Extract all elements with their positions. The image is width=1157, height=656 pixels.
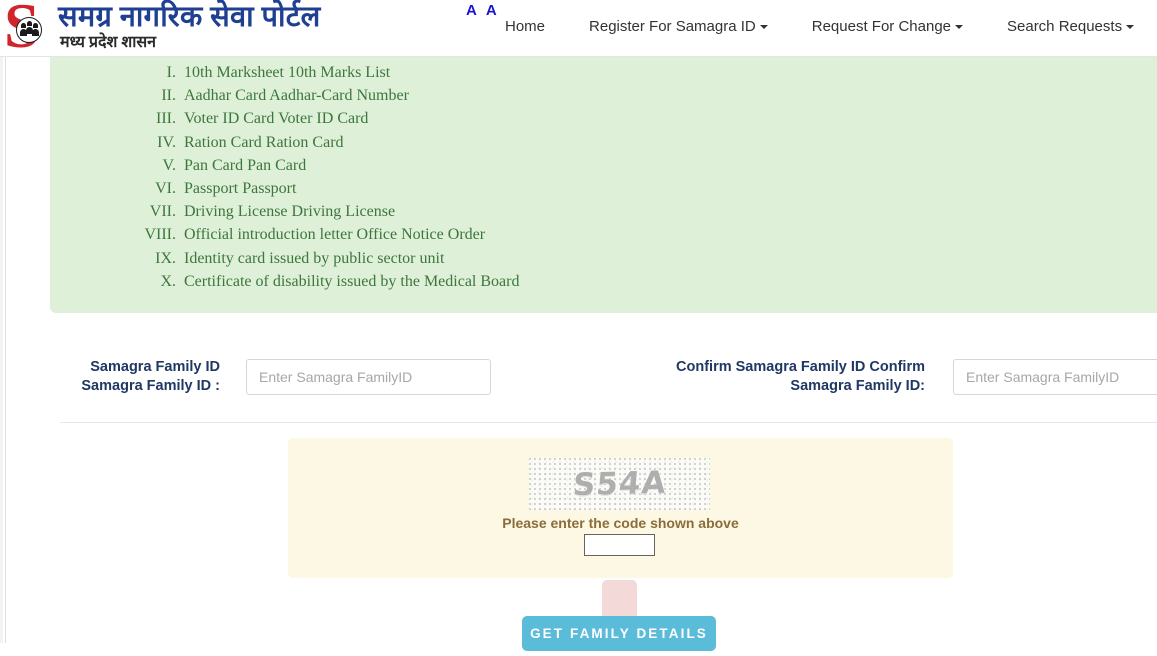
page-root: S समग्र नागरिक सेवा पोर्टल मध्य प्रदेश श… [0, 0, 1157, 656]
main-navigation: Home Register For Samagra ID Request For… [505, 16, 1135, 38]
font-size-control[interactable]: A A [466, 2, 500, 20]
list-item: Aadhar Card Aadhar-Card Number [180, 84, 1157, 107]
list-item: Ration Card Ration Card [180, 131, 1157, 154]
brand-logo[interactable]: S समग्र नागरिक सेवा पोर्टल मध्य प्रदेश श… [4, 0, 321, 58]
list-item: Passport Passport [180, 177, 1157, 200]
nav-item-search-label: Search Requests [1007, 18, 1123, 35]
samagra-family-id-input[interactable] [246, 359, 491, 395]
confirm-samagra-family-id-input[interactable] [953, 359, 1157, 395]
samagra-family-id-label: Samagra Family ID Samagra Family ID : [81, 359, 220, 394]
list-item: Driving License Driving License [180, 200, 1157, 223]
decorative-tab [602, 580, 637, 618]
captcha-input[interactable] [584, 534, 655, 556]
family-group-icon [16, 17, 42, 43]
list-item: Official introduction letter Office Noti… [180, 223, 1157, 246]
list-item: Certificate of disability issued by the … [180, 270, 1157, 293]
captcha-code-text: S54A [571, 464, 668, 504]
captcha-hint-text: Please enter the code shown above [502, 515, 739, 531]
nav-item-search-requests[interactable]: Search Requests [1007, 16, 1135, 38]
nav-item-request-for-change[interactable]: Request For Change [812, 16, 963, 38]
confirm-samagra-family-id-label: Confirm Samagra Family ID Confirm Samagr… [676, 359, 925, 394]
confirm-samagra-family-id-field-group: Confirm Samagra Family ID Confirm Samagr… [630, 358, 1157, 396]
brand-text-block: समग्र नागरिक सेवा पोर्टल मध्य प्रदेश शास… [58, 0, 321, 52]
accepted-documents-list: 10th Marksheet 10th Marks List Aadhar Ca… [50, 61, 1157, 293]
captcha-image[interactable]: S54A [529, 458, 710, 510]
nav-item-home[interactable]: Home [505, 16, 545, 38]
site-header: S समग्र नागरिक सेवा पोर्टल मध्य प्रदेश श… [0, 0, 1157, 58]
brand-title: समग्र नागरिक सेवा पोर्टल [58, 1, 321, 33]
samagra-logo-icon: S [4, 0, 56, 58]
accepted-documents-notice: 10th Marksheet 10th Marks List Aadhar Ca… [50, 57, 1157, 313]
list-item: Identity card issued by public sector un… [180, 247, 1157, 270]
list-item: 10th Marksheet 10th Marks List [180, 61, 1157, 84]
family-id-form-row: Samagra Family ID Samagra Family ID : Co… [60, 358, 1157, 408]
list-item: Pan Card Pan Card [180, 154, 1157, 177]
get-family-details-button[interactable]: Get Family Details [522, 616, 716, 651]
nav-item-request-label: Request For Change [811, 18, 951, 35]
form-divider [60, 422, 1157, 423]
chevron-down-icon [759, 25, 768, 30]
nav-item-register-for-samagra-id[interactable]: Register For Samagra ID [589, 16, 768, 38]
nav-item-register-label: Register For Samagra ID [589, 18, 756, 35]
brand-subtitle: मध्य प्रदेश शासन [60, 34, 157, 51]
page-left-edge-shadow [0, 57, 3, 643]
chevron-down-icon [1126, 25, 1135, 30]
chevron-down-icon [955, 25, 963, 30]
page-left-border [5, 57, 6, 643]
list-item: Voter ID Card Voter ID Card [180, 107, 1157, 130]
samagra-family-id-field-group: Samagra Family ID Samagra Family ID : [60, 358, 492, 396]
nav-item-home-label: Home [505, 18, 546, 35]
captcha-panel: S54A Please enter the code shown above [288, 438, 953, 578]
